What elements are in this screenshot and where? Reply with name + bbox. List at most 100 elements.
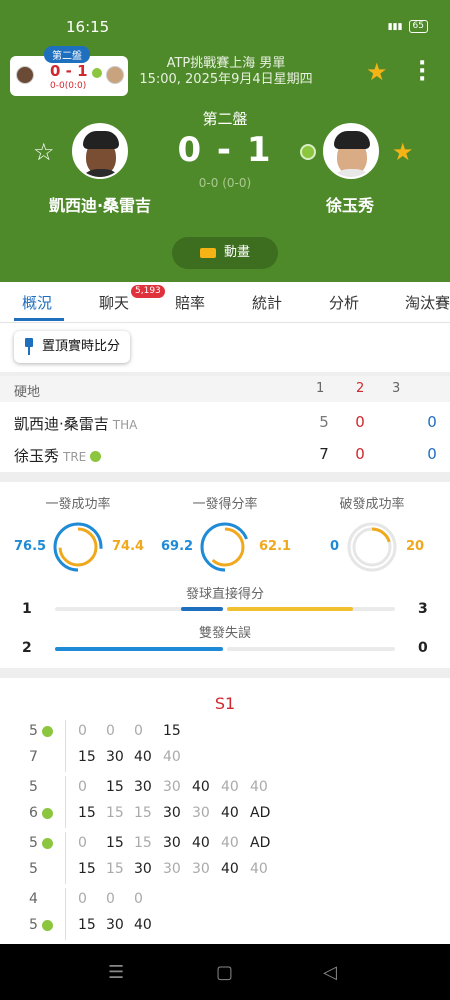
pin-icon <box>24 338 34 355</box>
bar-right-value: 3 <box>418 601 428 617</box>
player1-name[interactable]: 凱西迪·桑雷吉 <box>20 192 180 216</box>
match-datetime: 15:00, 2025年9月4日星期四 <box>139 72 313 87</box>
point: AD <box>250 805 271 821</box>
set1-score: 5 <box>319 413 329 431</box>
mini-game-score: 0-0(0:0) <box>50 81 87 91</box>
player2-avatar[interactable] <box>323 123 379 179</box>
tournament-name: ATP挑戰賽上海 男單 <box>166 56 286 71</box>
animation-button[interactable]: 動畫 <box>172 237 278 269</box>
point: 30 <box>163 861 181 877</box>
point: 30 <box>163 779 181 795</box>
point: 0 <box>106 891 115 907</box>
home-icon[interactable]: ▢ <box>216 962 233 983</box>
back-icon[interactable]: ◁ <box>323 962 337 983</box>
point: 30 <box>134 779 152 795</box>
point: 15 <box>78 861 96 877</box>
mini-set-tag: 第二盤 <box>44 46 90 63</box>
game-score-bottom: 5 <box>29 917 53 933</box>
point: 15 <box>78 917 96 933</box>
point: 40 <box>221 779 239 795</box>
game-score-bottom: 6 <box>29 805 53 821</box>
point: 15 <box>163 723 181 739</box>
bar-track-right <box>227 607 395 611</box>
row-player-name: 徐玉秀 TRE <box>14 445 102 466</box>
table-row: 凱西迪·桑雷吉 THA 5 0 0 <box>0 407 450 439</box>
point: 15 <box>78 805 96 821</box>
status-time: 16:15 <box>66 18 110 36</box>
point: 40 <box>221 835 239 851</box>
point-by-point: S1 5 7 0 0 0 15 15 30 40 40 5 6 0 15 30 … <box>0 678 450 944</box>
serve-indicator-icon <box>41 919 53 931</box>
point: 30 <box>134 861 152 877</box>
stat-left-value: 76.5 <box>14 539 47 554</box>
point: 30 <box>192 805 210 821</box>
stat-left-value: 69.2 <box>161 539 194 554</box>
point: 15 <box>134 805 152 821</box>
mini-avatar-player1 <box>16 66 34 84</box>
more-menu-icon[interactable]: · · · <box>418 53 426 91</box>
serve-indicator-icon <box>90 451 102 462</box>
tab-analysis[interactable]: 分析 <box>329 292 359 313</box>
point: 15 <box>106 835 124 851</box>
point: 0 <box>78 835 87 851</box>
set-score: 0 - 1 <box>177 130 273 170</box>
tab-odds[interactable]: 賠率 <box>175 292 205 313</box>
system-nav-bar: ☰ ▢ ◁ <box>0 944 450 1000</box>
serve-indicator-icon <box>41 837 53 849</box>
point: 0 <box>78 779 87 795</box>
stat-left-value: 0 <box>330 539 340 554</box>
point: 30 <box>192 861 210 877</box>
favorite-player1-star-icon[interactable]: ☆ <box>33 138 55 166</box>
point: 40 <box>163 749 181 765</box>
point: 15 <box>106 861 124 877</box>
battery-icon: 65 <box>408 20 428 33</box>
set-title: S1 <box>214 694 236 713</box>
pin-live-score-button[interactable]: 置頂實時比分 <box>14 331 131 363</box>
match-stats: 一發成功率 一發得分率 破發成功率 76.5 74.4 69.2 62.1 0 … <box>0 482 450 668</box>
bar-left-value: 2 <box>22 640 32 656</box>
set2-score: 0 <box>355 413 365 431</box>
stat-right-value: 62.1 <box>259 539 292 554</box>
pin-label: 置頂實時比分 <box>42 339 121 354</box>
stat-ring <box>200 522 250 572</box>
stat-right-value: 74.4 <box>112 539 145 554</box>
set2-score: 0 <box>355 445 365 463</box>
point: 40 <box>250 861 268 877</box>
favorite-match-star-icon[interactable]: ★ <box>366 58 388 86</box>
point: 40 <box>221 805 239 821</box>
scoreboard-header: 硬地 1 2 3 <box>0 376 450 402</box>
game-score-bottom: 5 <box>29 861 38 877</box>
game-score-top: 5 <box>29 779 38 795</box>
game-score-top: 5 <box>29 835 53 851</box>
system-icons: ▮▮▮ 65 <box>388 20 428 33</box>
point: 30 <box>163 805 181 821</box>
tab-chat[interactable]: 聊天 <box>99 292 129 313</box>
recent-apps-icon[interactable]: ☰ <box>108 962 124 983</box>
bar-left-value: 1 <box>22 601 32 617</box>
point: 15 <box>106 805 124 821</box>
tab-overview[interactable]: 概況 <box>22 292 52 313</box>
point: 0 <box>78 891 87 907</box>
active-tab-indicator <box>14 318 64 321</box>
mini-scoreboard[interactable]: 第二盤 0 - 1 0-0(0:0) <box>10 46 128 96</box>
point: 30 <box>106 917 124 933</box>
pin-row: 置頂實時比分 <box>0 322 450 372</box>
point: 40 <box>250 779 268 795</box>
player1-avatar[interactable] <box>72 123 128 179</box>
game-score-bottom: 7 <box>29 749 38 765</box>
tab-knockout[interactable]: 淘汰賽 <box>405 292 450 313</box>
bar-track-left <box>55 607 223 611</box>
stat-ring <box>347 522 397 572</box>
match-header: 16:15 ▮▮▮ 65 第二盤 0 - 1 0-0(0:0) ATP挑戰賽上海… <box>0 0 450 282</box>
animation-icon <box>199 247 216 258</box>
bar-track-left <box>55 647 223 651</box>
player2-name[interactable]: 徐玉秀 <box>290 192 410 216</box>
current-set-label: 第二盤 <box>202 110 248 128</box>
bar-right-value: 0 <box>418 640 428 656</box>
point: 30 <box>106 749 124 765</box>
point: 0 <box>134 723 143 739</box>
favorite-player2-star-icon[interactable]: ★ <box>392 138 414 166</box>
animation-label: 動畫 <box>223 245 250 260</box>
bar-track-right <box>227 647 395 651</box>
tab-stats[interactable]: 統計 <box>252 292 282 313</box>
